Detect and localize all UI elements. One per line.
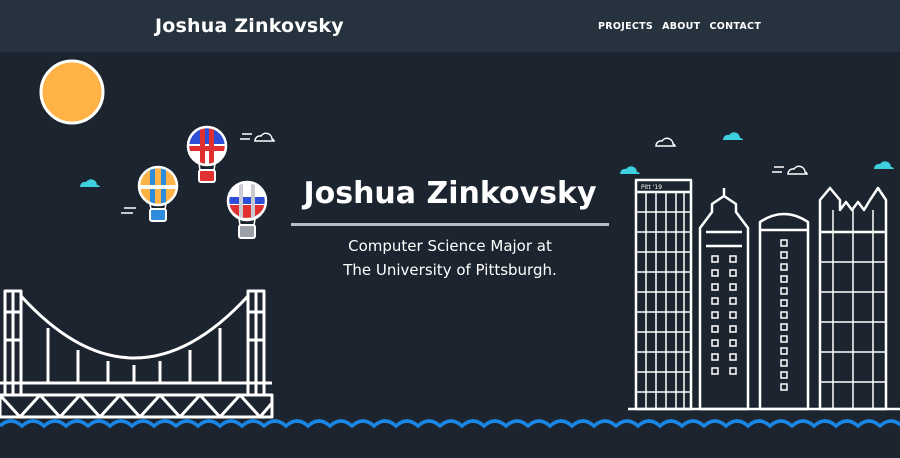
window bbox=[729, 297, 737, 305]
window bbox=[729, 311, 737, 319]
window bbox=[729, 353, 737, 361]
navbar: Joshua Zinkovsky PROJECTS ABOUT CONTACT bbox=[0, 0, 900, 52]
window bbox=[780, 323, 788, 331]
hero-divider bbox=[291, 223, 609, 226]
window bbox=[780, 263, 788, 271]
window bbox=[780, 347, 788, 355]
window bbox=[780, 239, 788, 247]
skyline-windows bbox=[711, 239, 788, 391]
window bbox=[729, 269, 737, 277]
brand-link[interactable]: Joshua Zinkovsky bbox=[155, 15, 344, 37]
window bbox=[711, 339, 719, 347]
window bbox=[780, 335, 788, 343]
window bbox=[711, 297, 719, 305]
window bbox=[711, 283, 719, 291]
window bbox=[729, 339, 737, 347]
window bbox=[780, 383, 788, 391]
window bbox=[711, 367, 719, 375]
window bbox=[711, 255, 719, 263]
nav-link-contact[interactable]: CONTACT bbox=[709, 21, 761, 32]
bridge-icon bbox=[0, 289, 274, 419]
nav-links: PROJECTS ABOUT CONTACT bbox=[598, 21, 761, 32]
window bbox=[729, 255, 737, 263]
window bbox=[780, 371, 788, 379]
wind-lines bbox=[121, 207, 136, 214]
window bbox=[729, 367, 737, 375]
window bbox=[729, 283, 737, 291]
skyline-icon bbox=[628, 178, 900, 411]
window bbox=[780, 359, 788, 367]
window bbox=[711, 325, 719, 333]
cloud-icon bbox=[722, 132, 743, 140]
hero-subtitle-line-2: The University of Pittsburgh. bbox=[343, 261, 557, 279]
hero-subtitle-line-1: Computer Science Major at bbox=[348, 237, 552, 255]
cloud-icon bbox=[79, 179, 100, 187]
cloud-icon bbox=[873, 161, 894, 169]
hot-air-balloon-icon bbox=[226, 180, 268, 239]
hero-illustration: Pitt '19 bbox=[0, 59, 900, 429]
wave-icon bbox=[0, 419, 900, 429]
cloud-icon bbox=[772, 165, 809, 175]
window bbox=[711, 353, 719, 361]
window bbox=[780, 287, 788, 295]
window bbox=[711, 311, 719, 319]
window bbox=[780, 251, 788, 259]
nav-link-about[interactable]: ABOUT bbox=[662, 21, 700, 32]
window bbox=[780, 311, 788, 319]
cloud-icon bbox=[240, 132, 276, 142]
sun-icon bbox=[39, 59, 105, 125]
hero-subtitle: Computer Science Major at The University… bbox=[291, 234, 609, 282]
hero-title: Joshua Zinkovsky bbox=[303, 176, 597, 211]
building-sign: Pitt '19 bbox=[641, 184, 662, 191]
page: Pitt '19 Joshua Zinkovsky PROJECTS ABOUT… bbox=[0, 0, 900, 458]
cloud-icon bbox=[619, 166, 640, 174]
hot-air-balloon-icon bbox=[186, 125, 228, 183]
window bbox=[711, 269, 719, 277]
cloud-icon bbox=[655, 137, 677, 147]
nav-link-projects[interactable]: PROJECTS bbox=[598, 21, 653, 32]
hot-air-balloon-icon bbox=[137, 165, 179, 222]
window bbox=[729, 325, 737, 333]
window bbox=[780, 299, 788, 307]
window bbox=[780, 275, 788, 283]
